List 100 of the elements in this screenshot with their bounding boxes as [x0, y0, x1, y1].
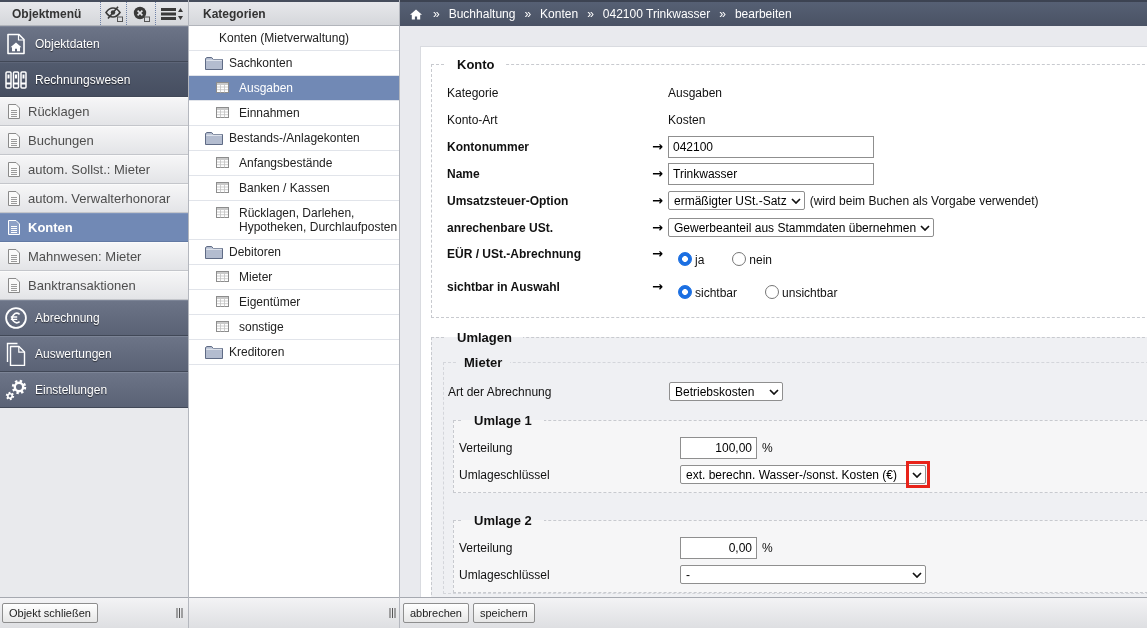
tree-item[interactable]: Rücklagen, Darlehen, Hypotheken, Durchlaufposten [189, 201, 399, 240]
field-arrow: → [652, 165, 663, 182]
menu-section[interactable]: Rechnungswesen [0, 62, 188, 97]
house-document-icon [6, 33, 26, 55]
menu-item[interactable]: Banktransaktionen [0, 271, 188, 300]
action-button[interactable]: speichern [473, 603, 535, 623]
tree-item[interactable]: Anfangsbestände [189, 151, 399, 176]
text-field[interactable]: Trinkwasser [668, 162, 874, 185]
field-label: Umlageschlüssel [459, 567, 551, 582]
panel-title: Objektmenü [11, 6, 83, 21]
field-arrow: → [652, 138, 663, 155]
tree-item[interactable]: Einnahmen [189, 101, 399, 126]
table-icon [216, 82, 229, 93]
dropdown[interactable]: Betriebskosten [669, 382, 783, 401]
breadcrumb-separator: » [719, 7, 726, 21]
field-label: Kontonummer [447, 139, 530, 154]
tree-item[interactable]: Konten (Mietverwaltung) [189, 26, 399, 51]
euro-icon [5, 307, 27, 329]
field-label: Umlageschlüssel [459, 467, 551, 482]
document-icon [8, 162, 20, 177]
documents-icon [6, 342, 26, 366]
table-icon [216, 107, 229, 118]
menu-section[interactable]: Einstellungen [0, 372, 188, 408]
breadcrumb-link[interactable]: Konten [540, 7, 579, 21]
table-icon [216, 157, 229, 168]
field-label: Konto-Art [447, 112, 499, 127]
number-field[interactable]: 0,00 [680, 536, 757, 559]
menu-item[interactable]: Rücklagen [0, 97, 188, 126]
panel-title: Kategorien [202, 6, 267, 21]
section-title: Umlage 1 [473, 413, 533, 428]
field-hint: (wird beim Buchen als Vorgabe verwendet) [809, 193, 1039, 208]
field-label: sichtbar in Auswahl [447, 279, 561, 294]
gears-icon [5, 379, 27, 401]
menu-item[interactable]: Konten [0, 213, 188, 242]
dropdown[interactable]: ermäßigter USt.-Satz [668, 191, 805, 210]
menu-item[interactable]: Mahnwesen: Mieter [0, 242, 188, 271]
binders-icon [5, 70, 27, 89]
menu-item[interactable]: autom. Sollst.: Mieter [0, 155, 188, 184]
caret-icon [790, 197, 801, 204]
field-value: Ausgaben [668, 85, 723, 100]
field-label: Umsatzsteuer-Option [447, 193, 570, 208]
folder-icon [205, 131, 223, 145]
close-object-button[interactable]: Objekt schließen [2, 603, 98, 623]
number-field[interactable]: 100,00 [680, 436, 757, 459]
breadcrumb-link[interactable]: 042100 Trinkwasser [602, 7, 711, 21]
table-icon [216, 182, 229, 193]
tree-item[interactable]: Debitoren [189, 240, 399, 265]
field-label: Verteilung [459, 540, 514, 555]
dropdown[interactable]: - [680, 565, 926, 584]
eye-slash-icon[interactable] [104, 5, 123, 22]
tree-item[interactable]: Banken / Kassen [189, 176, 399, 201]
dropdown[interactable]: Gewerbeanteil aus Stammdaten übernehmen [668, 218, 935, 237]
circle-x-icon[interactable] [132, 5, 150, 22]
radio-button[interactable] [732, 251, 747, 266]
folder-icon [205, 345, 223, 359]
document-icon [8, 278, 20, 293]
dropdown[interactable]: ext. berechn. Wasser-/sonst. Kosten (€) [680, 465, 926, 484]
breadcrumb-link[interactable]: Buchhaltung [448, 7, 516, 21]
text-field[interactable]: 042100 [668, 135, 874, 158]
field-arrow: → [652, 279, 663, 295]
tree-item[interactable]: Ausgaben [189, 76, 399, 101]
folder-icon [205, 245, 223, 259]
radio-label[interactable]: nein [749, 250, 773, 267]
radio-label[interactable]: ja [695, 250, 705, 267]
field-arrow: → [652, 219, 663, 236]
breadcrumb-link[interactable]: bearbeiten [734, 7, 792, 21]
radio-button[interactable] [678, 251, 692, 266]
breadcrumb-separator: » [587, 7, 594, 21]
list-icon[interactable] [161, 6, 183, 21]
field-label: Verteilung [459, 440, 514, 455]
resize-grip-icon[interactable] [176, 608, 183, 618]
tree-item[interactable]: sonstige [189, 315, 399, 340]
table-icon [216, 207, 229, 218]
caret-icon [920, 224, 931, 231]
resize-grip-icon[interactable] [389, 608, 396, 618]
home-icon[interactable] [410, 8, 422, 20]
menu-section[interactable]: Objektdaten [0, 26, 188, 62]
breadcrumb-separator: » [433, 7, 440, 21]
tree-item[interactable]: Eigentümer [189, 290, 399, 315]
tree-item[interactable]: Mieter [189, 265, 399, 290]
radio-label[interactable]: unsichtbar [782, 283, 838, 300]
menu-section[interactable]: Auswertungen [0, 336, 188, 372]
radio-button[interactable] [678, 284, 692, 299]
breadcrumb-separator: » [524, 7, 532, 21]
menu-item[interactable]: autom. Verwalterhonorar [0, 184, 188, 213]
action-button[interactable]: abbrechen [403, 603, 469, 623]
section-title: Umlage 2 [473, 513, 533, 528]
field-label: Art der Abrechnung [448, 384, 553, 399]
caret-icon [912, 471, 922, 478]
document-icon [8, 133, 20, 148]
document-icon [8, 220, 20, 235]
menu-section[interactable]: Abrechnung [0, 300, 188, 336]
tree-item[interactable]: Bestands-/Anlagekonten [189, 126, 399, 151]
unit-label: % [762, 440, 773, 455]
menu-item[interactable]: Buchungen [0, 126, 188, 155]
radio-label[interactable]: sichtbar [695, 283, 738, 300]
field-arrow: → [652, 246, 663, 262]
table-icon [216, 321, 229, 332]
radio-button[interactable] [765, 284, 780, 299]
tree-item[interactable]: Kreditoren [189, 340, 399, 365]
